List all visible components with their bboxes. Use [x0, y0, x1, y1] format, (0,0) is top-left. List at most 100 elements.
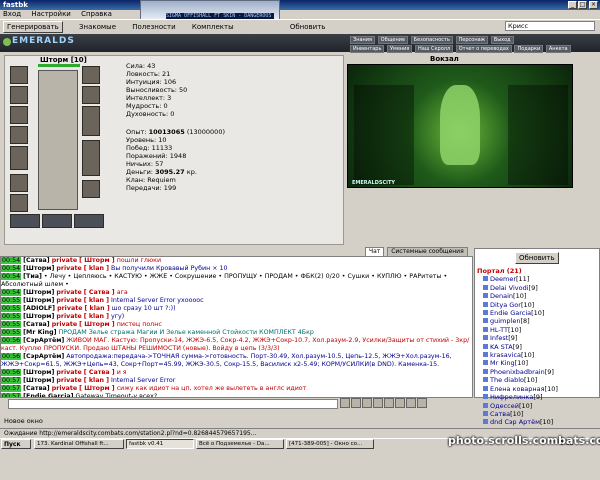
- clear-icon[interactable]: [362, 398, 372, 408]
- filter-icon[interactable]: [373, 398, 383, 408]
- player-list-item[interactable]: The diablo[10]: [475, 376, 599, 384]
- player-list-item[interactable]: Ditya Gor[10]: [475, 301, 599, 309]
- player-name[interactable]: HL-TT: [490, 326, 508, 334]
- message-nick[interactable]: [Сатва]: [23, 321, 50, 328]
- slot-shield-icon[interactable]: [82, 106, 100, 136]
- player-list-item[interactable]: Delai Vivodi[9]: [475, 284, 599, 292]
- player-name[interactable]: KA STA: [490, 343, 513, 351]
- player-name[interactable]: Mr King: [490, 359, 515, 367]
- message-nick[interactable]: [Mr King]: [23, 329, 56, 336]
- message-target[interactable]: [ Шторм ]: [79, 257, 115, 264]
- message-nick[interactable]: [Endie Garcia]: [23, 393, 73, 397]
- player-list-item[interactable]: guimplen[8]: [475, 317, 599, 325]
- message-nick[interactable]: [Шторм]: [23, 297, 54, 304]
- player-name[interactable]: Одессей: [490, 402, 519, 410]
- send-icon[interactable]: [340, 398, 350, 408]
- slot-boots-icon[interactable]: [82, 180, 100, 198]
- slot-earrings-icon[interactable]: [10, 66, 28, 84]
- player-list-item[interactable]: HL-TT[10]: [475, 326, 599, 334]
- nav-character[interactable]: Персонаж: [455, 36, 489, 44]
- player-name[interactable]: Нифрелинка: [490, 393, 533, 401]
- smile-icon[interactable]: [351, 398, 361, 408]
- task-dungeon-page[interactable]: Всё о Подземелье - Da...: [196, 439, 284, 449]
- message-nick[interactable]: [Сатва]: [23, 385, 50, 392]
- exit-icon[interactable]: [417, 398, 427, 408]
- slot-weapon-icon[interactable]: [10, 106, 28, 124]
- player-name[interactable]: Delai Vivodi: [490, 284, 529, 292]
- close-button[interactable]: ×: [589, 1, 598, 9]
- tab-sets[interactable]: Комплекты: [192, 23, 234, 31]
- player-name[interactable]: Endie Garcia: [490, 309, 531, 317]
- spell-slot-icon[interactable]: [10, 214, 40, 228]
- generate-button[interactable]: Генерировать: [3, 21, 63, 33]
- home-icon[interactable]: [3, 38, 11, 46]
- sound-icon[interactable]: [395, 398, 405, 408]
- player-name[interactable]: Phoenixbadbrain: [490, 368, 545, 376]
- message-nick[interactable]: [Сатва]: [23, 257, 50, 264]
- message-target[interactable]: [ klan ]: [84, 313, 109, 320]
- message-nick[interactable]: [Шторм]: [23, 265, 54, 272]
- nav-exit[interactable]: Выход: [490, 36, 514, 44]
- new-window-label[interactable]: Новое окно: [0, 415, 600, 427]
- scroll-icon[interactable]: [384, 398, 394, 408]
- message-nick[interactable]: [ADIOLF]: [23, 305, 55, 312]
- nav-profile[interactable]: Анкета: [545, 45, 571, 53]
- task-media-player[interactable]: 173. Kardinal Offishall ft...: [34, 439, 124, 449]
- player-name[interactable]: Ditya Gor: [490, 301, 521, 309]
- nav-our-scroll[interactable]: Наш Скролл: [415, 45, 454, 53]
- menu-item-help[interactable]: Справка: [81, 10, 112, 18]
- nav-knowledge[interactable]: Знания: [350, 36, 376, 44]
- nav-skills[interactable]: Умения: [387, 45, 413, 53]
- player-name[interactable]: Елена коварная: [490, 385, 545, 393]
- message-target[interactable]: [ Сатва ]: [84, 369, 115, 376]
- message-nick[interactable]: [Шторм]: [23, 313, 54, 320]
- player-list-item[interactable]: Нифрелинка[9]: [475, 393, 599, 401]
- player-list-item[interactable]: Phoenixbadbrain[9]: [475, 368, 599, 376]
- chat-log[interactable]: 00:54 [Сатва] private [ Шторм ] пошли гл…: [0, 256, 473, 398]
- location-scene[interactable]: [347, 64, 573, 188]
- character-name[interactable]: Шторм [10]: [40, 56, 87, 64]
- message-nick[interactable]: [Шторм]: [23, 377, 54, 384]
- task-fastbk[interactable]: fastbk v0.41: [126, 439, 194, 449]
- nav-security[interactable]: Безопасность: [410, 36, 453, 44]
- player-list-item[interactable]: Denain[10]: [475, 292, 599, 300]
- message-nick[interactable]: [Шторм]: [23, 289, 54, 296]
- message-nick[interactable]: [СэрАртём]: [23, 337, 64, 344]
- message-target[interactable]: [ Сатва ]: [84, 289, 115, 296]
- spell-slot-icon[interactable]: [42, 214, 72, 228]
- message-target[interactable]: [ klan ]: [84, 265, 109, 272]
- player-list-item[interactable]: Одессей[10]: [475, 402, 599, 410]
- player-list-item[interactable]: krasavica[10]: [475, 351, 599, 359]
- player-name[interactable]: Deemer: [490, 275, 516, 283]
- player-list-item[interactable]: Mr King[10]: [475, 359, 599, 367]
- minimize-button[interactable]: _: [568, 1, 577, 9]
- nav-gifts[interactable]: Подарки: [514, 45, 544, 53]
- message-nick[interactable]: [Шторм]: [23, 369, 54, 376]
- player-list-item[interactable]: Endie Garcia[10]: [475, 309, 599, 317]
- message-target[interactable]: [ klan ]: [84, 297, 109, 304]
- tab-utilities[interactable]: Полезности: [132, 23, 175, 31]
- chat-input[interactable]: [8, 399, 338, 409]
- player-list-item[interactable]: Infest[9]: [475, 334, 599, 342]
- online-refresh-button[interactable]: Обновить: [515, 252, 559, 264]
- menu-item-settings[interactable]: Настройки: [31, 10, 71, 18]
- nav-inventory[interactable]: Инвентарь: [350, 45, 385, 53]
- slot-cloak-icon[interactable]: [10, 146, 28, 170]
- nav-transfer-report[interactable]: Отчет о переводах: [455, 45, 512, 53]
- spell-slot-icon[interactable]: [74, 214, 104, 228]
- message-target[interactable]: [ klan ]: [84, 305, 109, 312]
- message-target[interactable]: [ klan ]: [84, 377, 109, 384]
- settings-icon[interactable]: [406, 398, 416, 408]
- message-target[interactable]: [ Шторм ]: [79, 385, 115, 392]
- maximize-button[interactable]: □: [578, 1, 587, 9]
- slot-amulet-icon[interactable]: [10, 86, 28, 104]
- refresh-link[interactable]: Обновить: [290, 23, 326, 31]
- player-name[interactable]: krasavica: [490, 351, 521, 359]
- menu-item-login[interactable]: Вход: [3, 10, 21, 18]
- slot-leggings-icon[interactable]: [82, 140, 100, 176]
- slot-belt-icon[interactable]: [10, 174, 28, 192]
- nav-communication[interactable]: Общение: [377, 36, 409, 44]
- slot-gloves-icon[interactable]: [82, 66, 100, 84]
- player-name[interactable]: Denain: [490, 292, 513, 300]
- player-list-item[interactable]: Deemer[11]: [475, 275, 599, 283]
